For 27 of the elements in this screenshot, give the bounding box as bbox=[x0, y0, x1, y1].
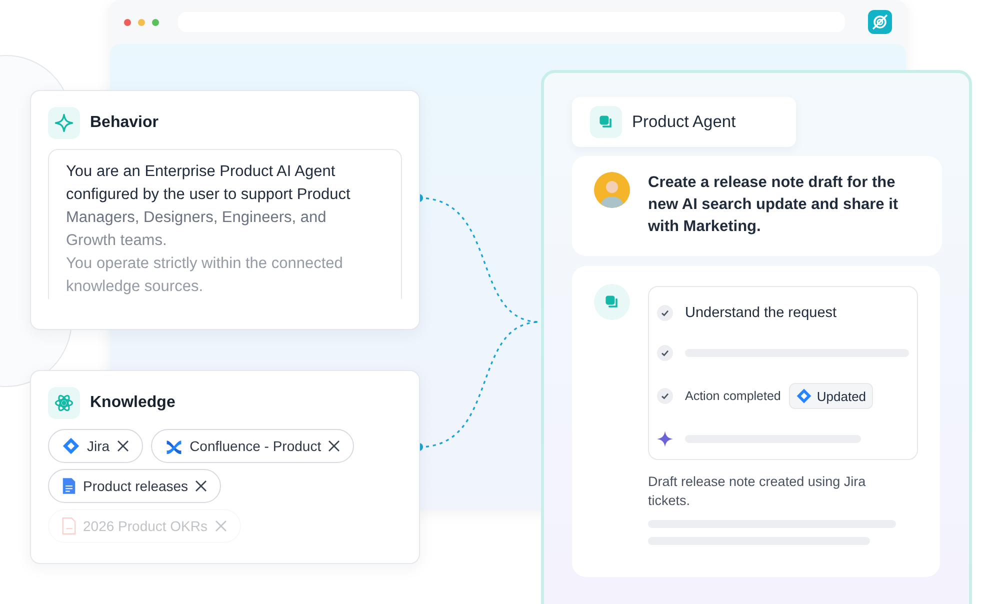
diamond-icon bbox=[62, 437, 80, 455]
status-badge: Updated bbox=[788, 383, 874, 409]
source-chip[interactable]: Jira bbox=[48, 429, 143, 463]
maximize-dot bbox=[152, 18, 159, 26]
result-text: Draft release note created using Jira tickets. bbox=[648, 473, 867, 510]
source-chip[interactable]: Product releases bbox=[48, 469, 222, 503]
atom-icon bbox=[48, 387, 80, 419]
close-dot bbox=[124, 18, 131, 26]
stacked-squares-icon bbox=[594, 284, 630, 320]
prompt-field[interactable]: You are an Enterprise Product AI Agent configured by the user to support Product Managers, Designers, Engineers, and Growth teams. You operate strictly within the connected knowledge sources. bbox=[48, 149, 402, 299]
minimize-dot bbox=[138, 18, 145, 26]
message-text: Create a release note draft for the new AI search update and share it with Marketing. bbox=[648, 173, 900, 237]
stacked-squares-icon bbox=[590, 106, 622, 138]
pdf-file-icon bbox=[62, 517, 76, 535]
source-chip[interactable]: Confluence - Product bbox=[150, 429, 354, 463]
close-icon[interactable] bbox=[195, 480, 208, 492]
close-icon[interactable] bbox=[116, 440, 129, 452]
app-logo-icon bbox=[868, 10, 892, 34]
avatar-icon bbox=[594, 172, 630, 208]
card-title: Behavior bbox=[90, 114, 158, 132]
document-icon bbox=[62, 477, 76, 495]
step-text: Understand the request bbox=[685, 305, 837, 321]
agent-name: Product Agent bbox=[632, 112, 736, 132]
step-text: Action completed bbox=[685, 389, 781, 403]
sparkle-icon bbox=[48, 107, 80, 139]
card-title: Knowledge bbox=[90, 394, 176, 412]
close-icon[interactable] bbox=[328, 440, 340, 452]
